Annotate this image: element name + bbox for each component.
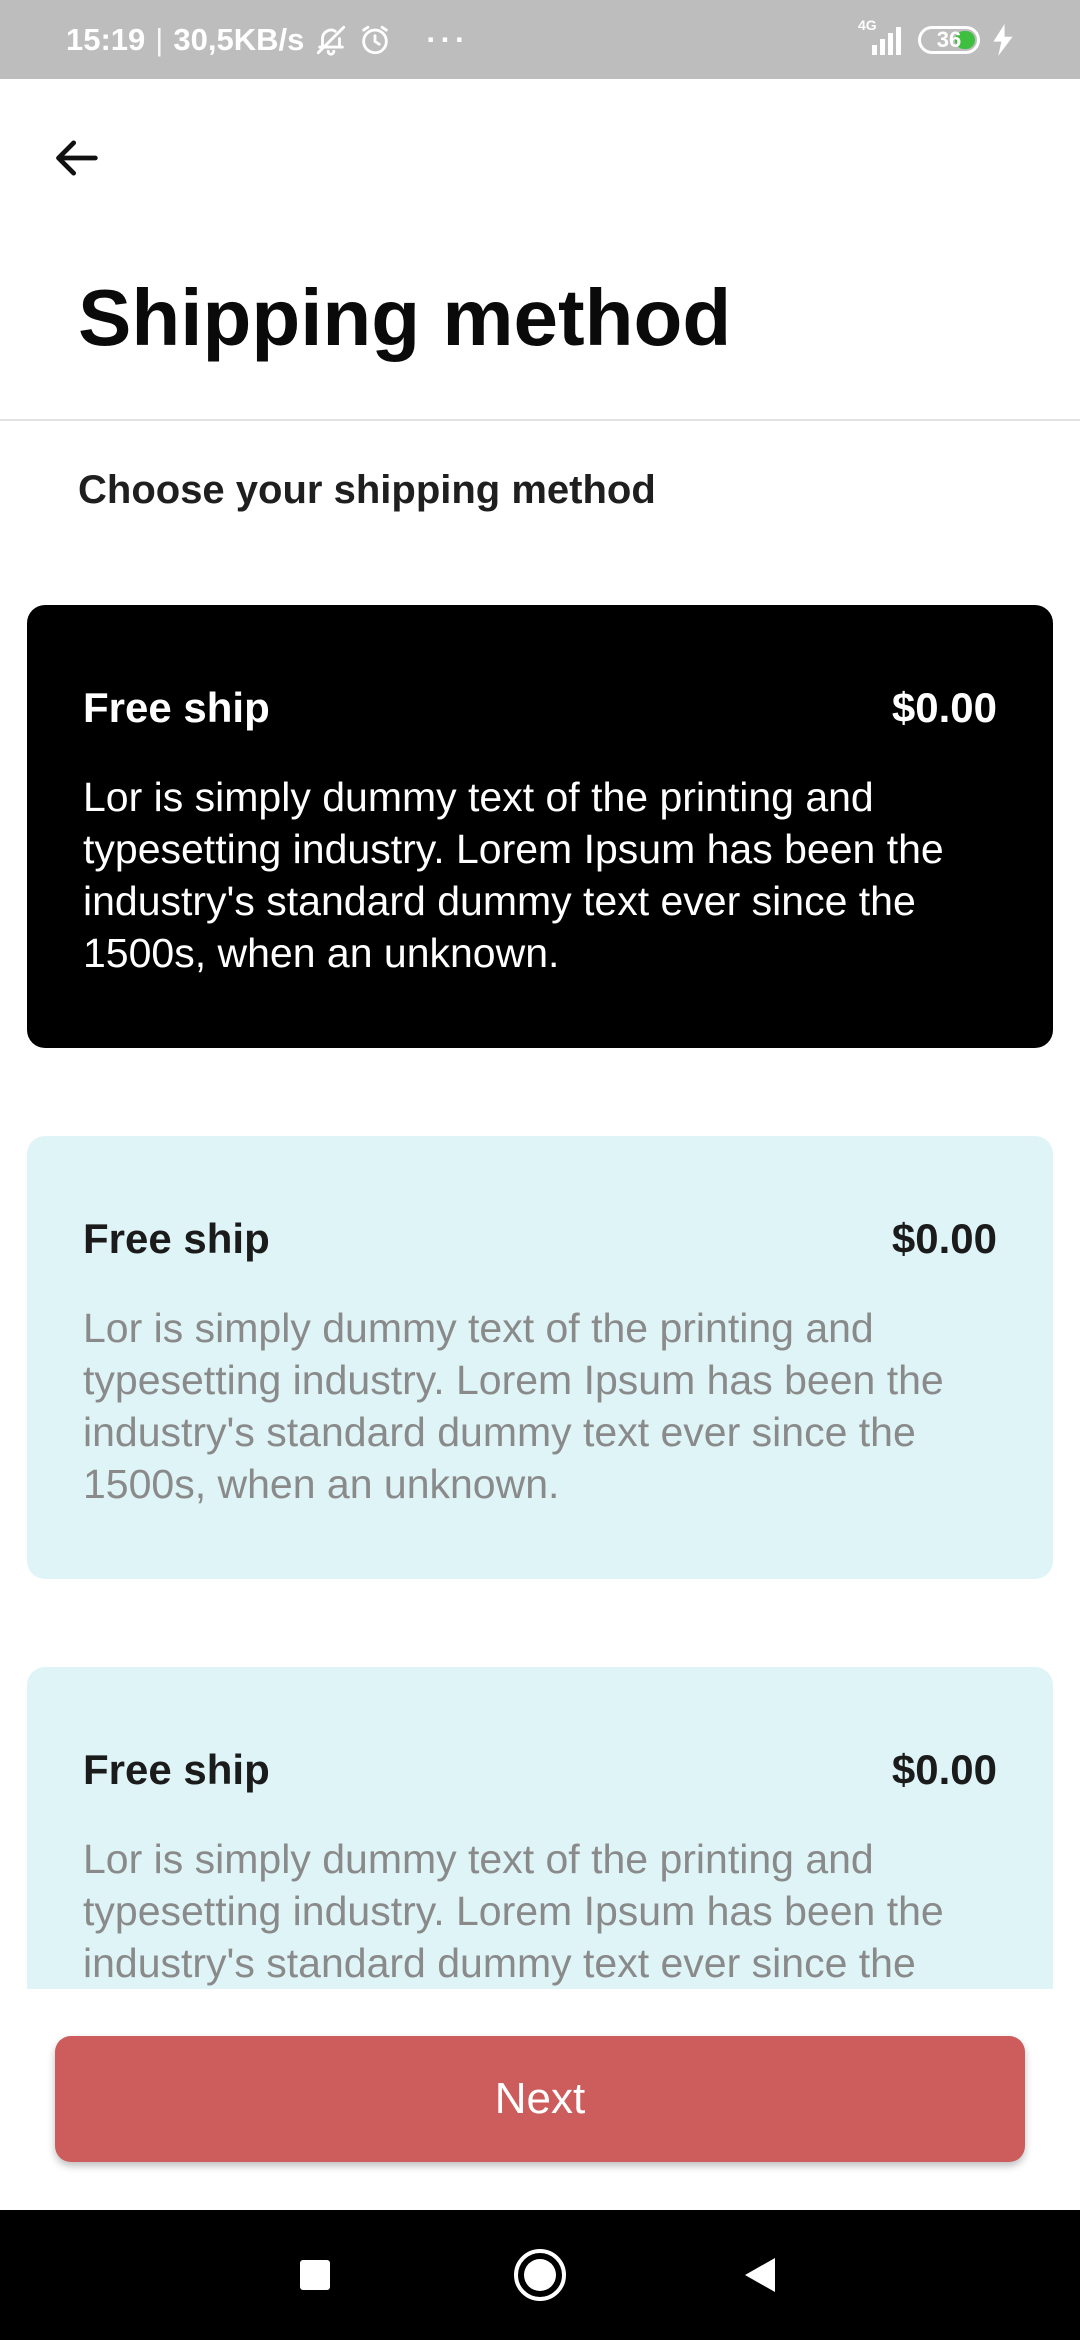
shipping-option-card[interactable]: Free ship $0.00 Lor is simply dummy text…: [27, 1136, 1053, 1579]
page-title: Shipping method: [78, 273, 732, 362]
status-separator: |: [155, 21, 164, 57]
lightning-bolt-icon: [992, 23, 1014, 56]
arrow-left-icon: [56, 140, 98, 176]
status-network-speed: 30,5KB/s: [173, 21, 305, 57]
status-right: 4G 36: [858, 17, 1014, 57]
status-more-dots: ···: [426, 21, 470, 57]
shipping-option-list[interactable]: Free ship $0.00 Lor is simply dummy text…: [27, 605, 1053, 1989]
status-bar: 15:19 | 30,5KB/s ··· 4G 36: [0, 0, 1080, 79]
shipping-option-header: Free ship $0.00: [83, 1735, 997, 1805]
shipping-option-title: Free ship: [83, 684, 270, 731]
next-button[interactable]: Next: [55, 2036, 1025, 2162]
network-type-label: 4G: [858, 16, 877, 33]
shipping-option-price: $0.00: [891, 684, 997, 731]
circle-icon: [514, 2249, 566, 2301]
shipping-option-card[interactable]: Free ship $0.00 Lor is simply dummy text…: [27, 1667, 1053, 1989]
shipping-option-title: Free ship: [83, 1746, 270, 1793]
triangle-back-icon: [745, 2258, 775, 2292]
header-divider: [0, 419, 1080, 421]
battery-indicator: 36: [918, 25, 980, 54]
alarm-clock-icon: [358, 23, 392, 57]
section-subtitle: Choose your shipping method: [78, 468, 656, 512]
shipping-option-card-selected[interactable]: Free ship $0.00 Lor is simply dummy text…: [27, 605, 1053, 1048]
nav-back-button[interactable]: [700, 2210, 820, 2340]
shipping-option-title: Free ship: [83, 1215, 270, 1262]
status-left: 15:19 | 30,5KB/s ···: [66, 22, 469, 58]
nav-home-button[interactable]: [480, 2210, 600, 2340]
shipping-option-header: Free ship $0.00: [83, 673, 997, 743]
signal-bars-icon: 4G: [858, 17, 906, 57]
status-time: 15:19: [66, 21, 146, 57]
shipping-option-description: Lor is simply dummy text of the printing…: [83, 774, 944, 976]
system-navigation-bar: [0, 2210, 1080, 2340]
shipping-option-description: Lor is simply dummy text of the printing…: [83, 1836, 944, 1986]
shipping-option-description: Lor is simply dummy text of the printing…: [83, 1305, 944, 1507]
square-icon: [300, 2260, 330, 2290]
shipping-option-price: $0.00: [891, 1215, 997, 1262]
bell-off-icon: [314, 23, 348, 57]
nav-recents-button[interactable]: [255, 2210, 375, 2340]
shipping-option-header: Free ship $0.00: [83, 1204, 997, 1274]
back-button[interactable]: [44, 124, 112, 192]
shipping-option-price: $0.00: [891, 1746, 997, 1793]
battery-level: 36: [936, 26, 962, 52]
